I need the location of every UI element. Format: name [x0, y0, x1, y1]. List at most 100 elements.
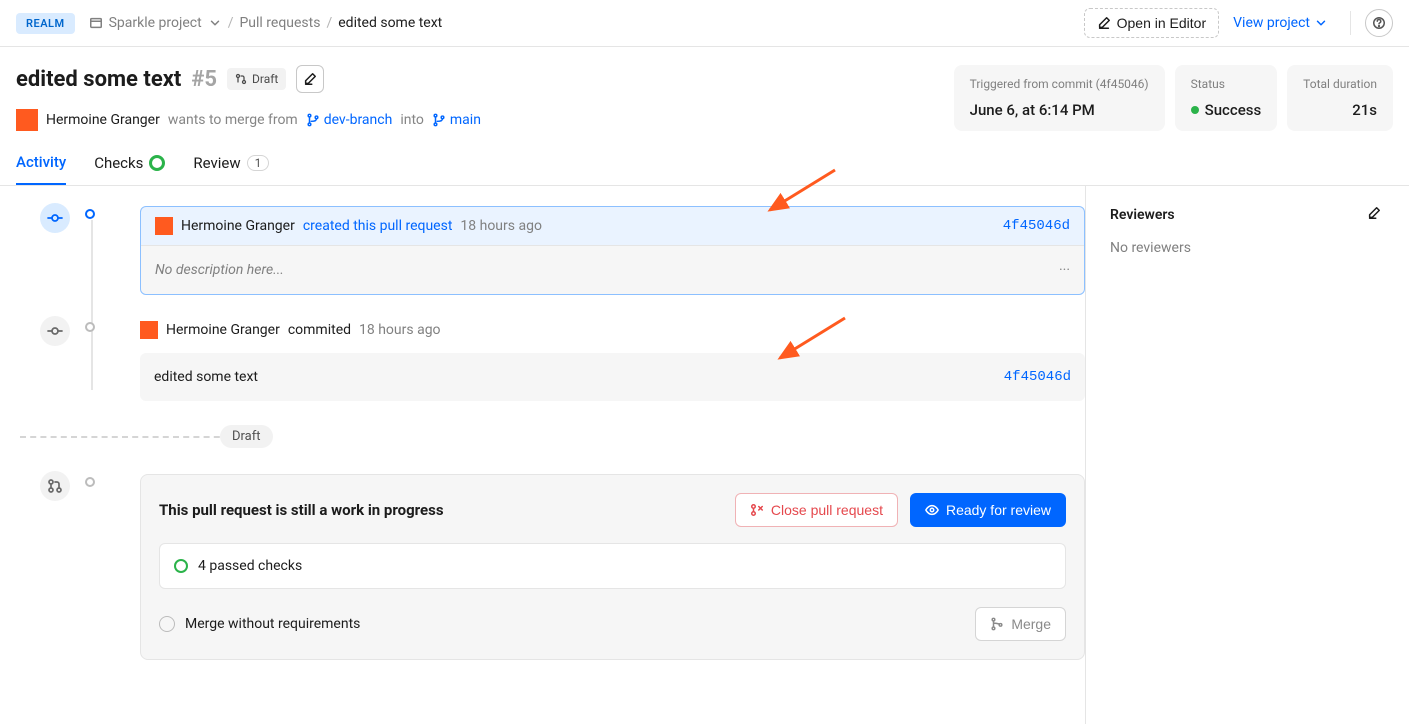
logo-badge: REALM: [16, 13, 75, 34]
pull-request-icon: [235, 73, 247, 85]
timeline-pr-icon: [40, 471, 70, 501]
breadcrumb-section[interactable]: Pull requests: [239, 15, 320, 31]
wip-card: This pull request is still a work in pro…: [140, 474, 1085, 660]
pr-header: edited some text #5 Draft Hermoine Grang…: [0, 47, 1409, 131]
timeline-commit-icon: [40, 203, 70, 233]
checks-pass-icon: [174, 559, 188, 573]
pencil-icon: [1367, 206, 1381, 220]
crumb-separator: /: [326, 15, 332, 31]
edit-icon: [1097, 16, 1111, 30]
crumb-separator: /: [228, 15, 234, 31]
event-action: commited: [288, 322, 351, 338]
tab-checks-label: Checks: [94, 154, 143, 172]
chevron-down-icon: [1314, 16, 1328, 30]
to-branch[interactable]: main: [432, 112, 481, 128]
topbar: REALM Sparkle project / Pull requests / …: [0, 0, 1409, 47]
timeline-node: [85, 322, 95, 332]
close-pr-icon: [750, 503, 764, 517]
draft-pill: Draft: [220, 425, 273, 448]
ready-for-review-button[interactable]: Ready for review: [910, 493, 1066, 527]
open-in-editor-label: Open in Editor: [1117, 15, 1207, 31]
commit-hash[interactable]: 4f45046d: [1003, 218, 1070, 234]
view-project-label: View project: [1233, 15, 1310, 31]
timeline-node: [85, 477, 95, 487]
event-action[interactable]: created this pull request: [303, 218, 453, 234]
timeline-node: [85, 209, 95, 219]
event-author[interactable]: Hermoine Granger: [181, 218, 295, 234]
stat-status-label: Status: [1191, 77, 1262, 91]
event-author[interactable]: Hermoine Granger: [166, 322, 280, 338]
merge-line: Hermoine Granger wants to merge from dev…: [16, 109, 954, 131]
wip-title: This pull request is still a work in pro…: [159, 501, 723, 519]
checks-box[interactable]: 4 passed checks: [159, 543, 1066, 589]
event-commit: Hermoine Granger commited 18 hours ago e…: [140, 319, 1085, 401]
event-time: 18 hours ago: [359, 322, 441, 338]
timeline: Hermoine Granger created this pull reque…: [0, 186, 1085, 724]
breadcrumb: Sparkle project / Pull requests / edited…: [89, 15, 443, 31]
draft-divider: Draft: [20, 425, 1085, 448]
avatar: [155, 217, 173, 235]
event-time: 18 hours ago: [460, 218, 542, 234]
stats-row: Triggered from commit (4f45046) June 6, …: [954, 65, 1393, 131]
view-project-link[interactable]: View project: [1219, 9, 1342, 37]
avatar: [16, 109, 38, 131]
tab-activity[interactable]: Activity: [16, 153, 66, 185]
stat-trigger: Triggered from commit (4f45046) June 6, …: [954, 65, 1165, 131]
to-branch-label: main: [450, 112, 481, 128]
no-reviewers-text: No reviewers: [1110, 240, 1381, 256]
tabs: Activity Checks Review 1: [0, 131, 1409, 186]
close-pr-label: Close pull request: [771, 502, 883, 518]
help-icon: [1372, 16, 1386, 30]
stat-duration-value: 21s: [1303, 101, 1377, 119]
chevron-down-icon[interactable]: [208, 16, 222, 30]
branch-icon: [306, 113, 320, 127]
wip-section: This pull request is still a work in pro…: [140, 474, 1085, 660]
help-button[interactable]: [1365, 9, 1393, 37]
open-in-editor-button[interactable]: Open in Editor: [1084, 8, 1220, 38]
reviewers-title: Reviewers: [1110, 207, 1175, 223]
review-count-badge: 1: [247, 155, 270, 171]
tab-review[interactable]: Review 1: [193, 153, 269, 185]
checks-text: 4 passed checks: [198, 558, 302, 574]
tab-checks[interactable]: Checks: [94, 153, 165, 185]
commit-message: edited some text: [154, 369, 258, 385]
ready-for-review-label: Ready for review: [946, 502, 1051, 518]
stat-status: Status Success: [1175, 65, 1278, 131]
breadcrumb-project[interactable]: Sparkle project: [109, 15, 202, 31]
commit-hash[interactable]: 4f45046d: [1004, 369, 1071, 385]
more-menu[interactable]: ···: [1059, 262, 1070, 278]
divider: [1350, 11, 1351, 35]
edit-title-button[interactable]: [296, 65, 324, 93]
stat-duration-label: Total duration: [1303, 77, 1377, 91]
merge-button-label: Merge: [1011, 616, 1051, 632]
tab-review-label: Review: [193, 154, 240, 172]
checks-status-icon: [149, 155, 165, 171]
avatar: [140, 321, 158, 339]
pr-number: #5: [191, 67, 217, 92]
merge-icon: [990, 617, 1004, 631]
timeline-commit-icon: [40, 316, 70, 346]
stat-status-value: Success: [1191, 101, 1262, 119]
stat-duration: Total duration 21s: [1287, 65, 1393, 131]
success-dot-icon: [1191, 106, 1199, 114]
merge-without-label: Merge without requirements: [185, 616, 360, 632]
merge-without-radio[interactable]: [159, 616, 175, 632]
pencil-icon: [303, 72, 317, 86]
eye-icon: [925, 503, 939, 517]
sidebar: Reviewers No reviewers: [1085, 186, 1405, 724]
from-branch-label: dev-branch: [324, 112, 393, 128]
stat-trigger-label: Triggered from commit (4f45046): [970, 77, 1149, 91]
merge-text-2: into: [400, 112, 424, 128]
description-row: No description here... ···: [141, 245, 1084, 294]
commit-body: edited some text 4f45046d: [140, 353, 1085, 401]
body: Hermoine Granger created this pull reque…: [0, 186, 1409, 724]
author-name[interactable]: Hermoine Granger: [46, 112, 160, 128]
title-row: edited some text #5 Draft: [16, 65, 954, 93]
from-branch[interactable]: dev-branch: [306, 112, 393, 128]
close-pr-button[interactable]: Close pull request: [735, 493, 898, 527]
created-card: Hermoine Granger created this pull reque…: [140, 206, 1085, 295]
edit-reviewers-button[interactable]: [1367, 206, 1381, 224]
project-icon: [89, 16, 103, 30]
stat-status-text: Success: [1205, 101, 1262, 119]
draft-chip-label: Draft: [252, 72, 278, 86]
